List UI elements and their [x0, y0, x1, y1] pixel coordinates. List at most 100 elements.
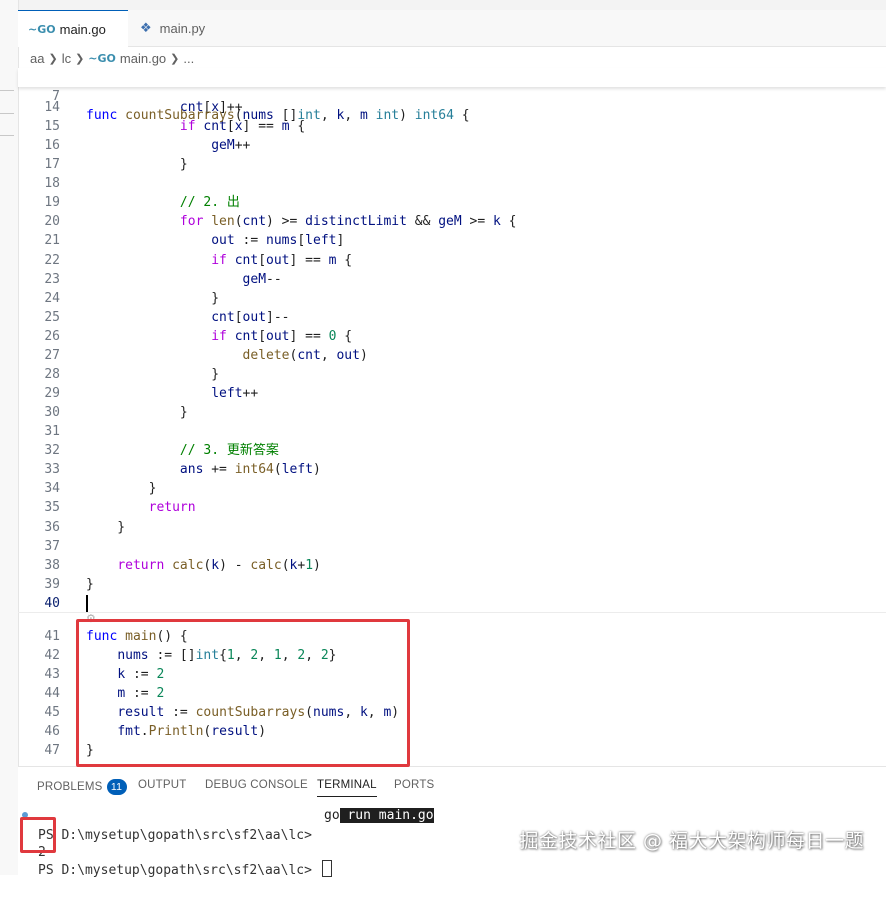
code-line[interactable]: 27 delete(cnt, out): [18, 346, 886, 365]
code-text: }: [86, 481, 157, 497]
line-number: 29: [44, 386, 60, 402]
line-number: 26: [44, 328, 60, 344]
code-line[interactable]: 26 if cnt[out] == 0 {: [18, 327, 886, 346]
code-line[interactable]: 22 if cnt[out] == m {: [18, 251, 886, 270]
line-number: 25: [44, 309, 60, 325]
divider: [0, 90, 14, 91]
line-number: 32: [44, 443, 60, 459]
sticky-scroll-line[interactable]: 7 func countSubarrays(nums []int, k, m i…: [18, 68, 886, 123]
code-line[interactable]: 21 out := nums[left]: [18, 231, 886, 250]
breadcrumb: aa ❯ lc ❯ ~GO main.go ❯ ...: [30, 48, 194, 68]
code-line[interactable]: 36 }: [18, 518, 886, 537]
divider: [0, 113, 14, 114]
code-text: for len(cnt) >= distinctLimit && geM >= …: [179, 214, 517, 230]
chevron-right-icon: ❯: [48, 52, 58, 65]
breadcrumb-item[interactable]: ...: [183, 51, 194, 66]
line-number: 19: [44, 195, 60, 211]
go-icon: ~GO: [28, 22, 56, 36]
code-line[interactable]: 19 // 2. 出: [18, 193, 886, 212]
code-text: if cnt[out] == m {: [211, 252, 353, 268]
line-number: 31: [44, 424, 60, 440]
line-number: 46: [44, 724, 60, 739]
tab-main-go[interactable]: ~GO main.go: [18, 10, 128, 47]
terminal-prompt: PS D:\mysetup\gopath\src\sf2\aa\lc>: [38, 860, 332, 881]
code-line[interactable]: 17 }: [18, 155, 886, 174]
code-line[interactable]: 40: [18, 594, 886, 613]
tab-output[interactable]: OUTPUT: [138, 779, 186, 791]
code-line[interactable]: 31: [18, 422, 886, 441]
line-number: 41: [44, 629, 60, 644]
code-line[interactable]: 32 // 3. 更新答案: [18, 441, 886, 460]
terminal-prompt: PS D:\mysetup\gopath\src\sf2\aa\lc>: [38, 828, 320, 843]
tab-main-py[interactable]: ❖ main.py: [130, 10, 230, 46]
code-text: left++: [211, 386, 259, 402]
title-strip: [18, 0, 886, 10]
code-line[interactable]: 18: [18, 174, 886, 193]
tab-debug-console[interactable]: DEBUG CONSOLE: [205, 779, 308, 791]
panel-tab-bar: PROBLEMS 11 OUTPUT DEBUG CONSOLE TERMINAL…: [18, 767, 886, 805]
breadcrumb-item[interactable]: lc: [62, 51, 71, 66]
line-number: 18: [44, 176, 60, 192]
tab-label: main.py: [159, 20, 206, 36]
terminal-command: go run main.go: [324, 808, 434, 823]
problems-count-badge: 11: [106, 779, 127, 795]
code-text: ans += int64(left): [179, 462, 321, 478]
line-number: 38: [44, 557, 60, 573]
line-number: 34: [44, 481, 60, 497]
code-line[interactable]: 39}: [18, 575, 886, 594]
line-number: 39: [44, 576, 60, 592]
chevron-right-icon: ❯: [75, 52, 85, 65]
code-text: if cnt[out] == 0 {: [211, 328, 353, 344]
code-line[interactable]: 37: [18, 537, 886, 556]
code-text: }: [86, 576, 94, 592]
code-line[interactable]: 25 cnt[out]--: [18, 308, 886, 327]
terminal-cursor: [321, 860, 332, 877]
text-cursor: [86, 594, 88, 612]
code-text: // 2. 出: [179, 195, 240, 211]
line-number: 22: [44, 252, 60, 268]
line-number: 43: [44, 667, 60, 682]
go-icon: ~GO: [88, 51, 116, 65]
code-line[interactable]: 28 }: [18, 365, 886, 384]
line-number: 42: [44, 648, 60, 663]
code-line[interactable]: 20 for len(cnt) >= distinctLimit && geM …: [18, 212, 886, 231]
tab-problems[interactable]: PROBLEMS 11: [37, 779, 127, 795]
breadcrumb-item[interactable]: aa: [30, 51, 44, 66]
line-number: 35: [44, 500, 60, 516]
code-line[interactable]: 34 }: [18, 479, 886, 498]
line-number: 47: [44, 743, 60, 758]
code-line[interactable]: 38 return calc(k) - calc(k+1): [18, 556, 886, 575]
code-text: geM--: [242, 271, 282, 287]
breadcrumb-item[interactable]: main.go: [120, 51, 166, 66]
code-text: }: [86, 157, 188, 173]
tab-terminal[interactable]: TERMINAL: [317, 779, 377, 797]
code-line[interactable]: 35 return: [18, 498, 886, 517]
code-text: out := nums[left]: [211, 233, 345, 249]
bottom-panel: PROBLEMS 11 OUTPUT DEBUG CONSOLE TERMINAL…: [18, 766, 886, 878]
code-line[interactable]: 29 left++: [18, 384, 886, 403]
line-number: 24: [44, 290, 60, 306]
code-line[interactable]: 16 geM++: [18, 136, 886, 155]
code-text: delete(cnt, out): [242, 347, 368, 363]
code-editor[interactable]: 7 func countSubarrays(nums []int, k, m i…: [18, 68, 886, 767]
python-icon: ❖: [140, 20, 152, 36]
highlight-box-main: [76, 619, 410, 767]
code-line[interactable]: 33 ans += int64(left): [18, 460, 886, 479]
code-line[interactable]: 30 }: [18, 403, 886, 422]
line-number: 30: [44, 405, 60, 421]
code-line[interactable]: 24 }: [18, 289, 886, 308]
line-number: 44: [44, 686, 60, 701]
tab-ports[interactable]: PORTS: [394, 779, 434, 791]
line-number: 36: [44, 519, 60, 535]
code-text: }: [86, 405, 188, 421]
code-text: cnt[out]--: [211, 309, 290, 325]
line-number: 20: [44, 214, 60, 230]
watermark: 掘金技术社区 @ 福大大架构师每日一题: [519, 830, 864, 852]
line-number: 21: [44, 233, 60, 249]
code-text: func countSubarrays(nums []int, k, m int…: [86, 108, 470, 123]
code-text: }: [86, 366, 220, 382]
code-line[interactable]: 23 geM--: [18, 270, 886, 289]
editor-tab-bar: ~GO main.go ❖ main.py: [18, 10, 886, 47]
line-number: 23: [44, 271, 60, 287]
code-text: geM++: [211, 138, 251, 154]
